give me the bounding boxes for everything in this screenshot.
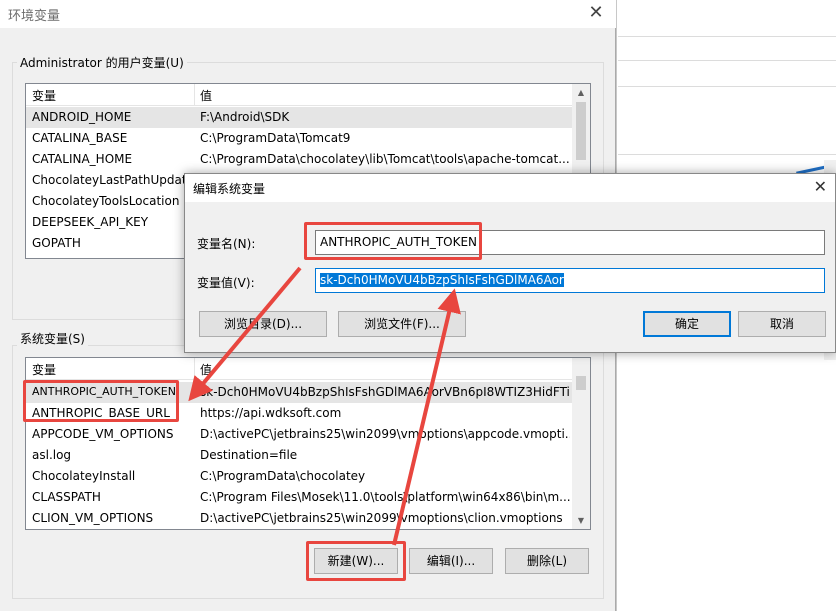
scroll-up-icon[interactable]: ▲ — [572, 84, 590, 101]
list-item[interactable]: ANDROID_HOME F:\Android\SDK — [26, 107, 572, 128]
cancel-button[interactable]: 取消 — [738, 311, 826, 337]
scroll-down-icon[interactable]: ▼ — [572, 512, 590, 529]
variable-value-input[interactable]: sk-Dch0HMoVU4bBzpShIsFshGDlMA6Aor — [315, 268, 825, 293]
column-header-value[interactable]: 值 — [200, 361, 212, 378]
list-item[interactable]: ChocolateyInstall C:\ProgramData\chocola… — [26, 466, 572, 487]
list-item[interactable]: CLION_VM_OPTIONS D:\activePC\jetbrains25… — [26, 508, 572, 529]
browse-file-button[interactable]: 浏览文件(F)... — [338, 311, 466, 337]
list-header: 变量 值 — [26, 84, 572, 106]
system-variables-label: 系统变量(S) — [17, 330, 88, 347]
title-bar: 环境变量 ✕ — [0, 0, 616, 28]
column-header-name[interactable]: 变量 — [32, 87, 56, 104]
list-header: 变量 值 — [26, 358, 572, 380]
browse-directory-button[interactable]: 浏览目录(D)... — [199, 311, 327, 337]
background-divider — [618, 86, 836, 87]
system-list-scrollbar[interactable]: ▼ — [572, 358, 590, 529]
ok-button[interactable]: 确定 — [643, 311, 731, 337]
annotation-box-system-row — [23, 380, 179, 422]
delete-button[interactable]: 删除(L) — [505, 548, 589, 574]
background-divider — [618, 36, 836, 37]
scroll-thumb[interactable] — [576, 376, 586, 390]
background-divider — [618, 154, 836, 155]
close-icon[interactable]: ✕ — [814, 177, 827, 196]
list-item[interactable]: CLASSPATH C:\Program Files\Mosek\11.0\to… — [26, 487, 572, 508]
title-bar: 编辑系统变量 ✕ — [185, 174, 835, 202]
column-header-value[interactable]: 值 — [200, 87, 212, 104]
annotation-box-new-button — [306, 541, 406, 581]
scroll-thumb[interactable] — [576, 102, 586, 160]
dialog-title: 环境变量 — [8, 9, 61, 24]
variable-value-label: 变量值(V): — [197, 276, 255, 290]
edit-button[interactable]: 编辑(I)... — [409, 548, 493, 574]
close-icon[interactable]: ✕ — [586, 2, 606, 23]
list-item[interactable]: asl.log Destination=file — [26, 445, 572, 466]
variable-name-label: 变量名(N): — [197, 237, 256, 251]
dialog-title: 编辑系统变量 — [193, 182, 266, 196]
annotation-box-name — [304, 222, 482, 260]
list-item[interactable]: CATALINA_HOME C:\ProgramData\chocolatey\… — [26, 149, 572, 170]
column-header-name[interactable]: 变量 — [32, 361, 56, 378]
background-divider — [618, 60, 836, 61]
user-variables-label: Administrator 的用户变量(U) — [17, 54, 187, 71]
edit-system-variable-dialog: 编辑系统变量 ✕ 变量名(N): ANTHROPIC_AUTH_TOKEN 变量… — [184, 173, 836, 353]
list-item[interactable]: APPCODE_VM_OPTIONS D:\activePC\jetbrains… — [26, 424, 572, 445]
list-item[interactable]: CATALINA_BASE C:\ProgramData\Tomcat9 — [26, 128, 572, 149]
